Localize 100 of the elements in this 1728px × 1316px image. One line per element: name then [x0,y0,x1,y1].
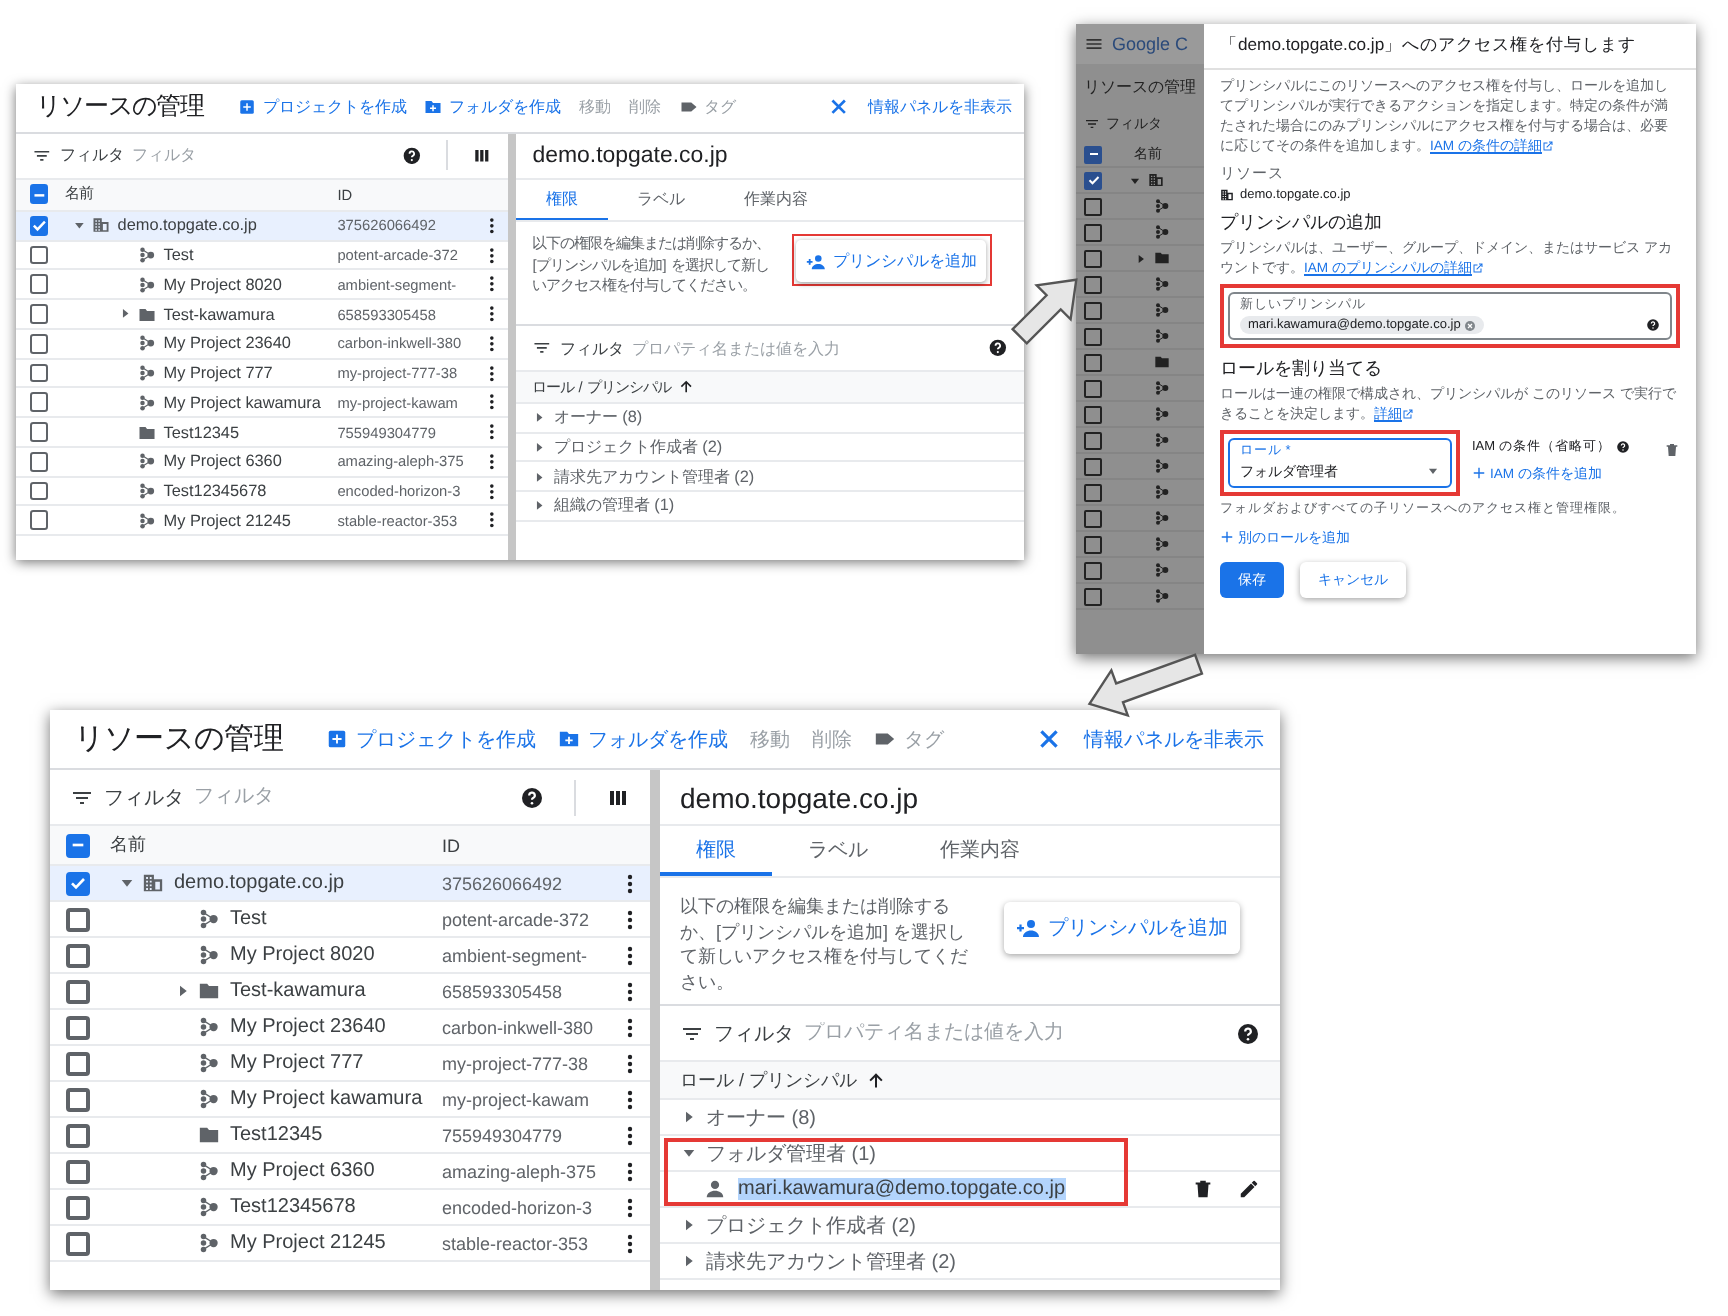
checkbox[interactable] [1084,249,1102,267]
checkbox[interactable] [29,304,49,324]
caret-icon[interactable] [174,982,192,1000]
checkbox[interactable] [1084,457,1102,475]
add-principal-button[interactable]: プリンシパルを追加 [796,240,987,282]
role-label[interactable]: フォルダ管理者 (1) [706,1139,876,1167]
member-email[interactable]: mari.kawamura@demo.topgate.co.jp [738,1178,1066,1200]
caret-icon[interactable] [532,439,548,455]
filter-field[interactable]: フィルタ [194,786,510,808]
caret-icon[interactable] [1134,251,1148,265]
checkbox[interactable] [29,481,49,501]
checkbox[interactable] [1084,483,1102,501]
checkbox[interactable] [29,274,49,295]
sort-arrow-icon[interactable] [865,1070,886,1090]
sort-arrow-icon[interactable] [677,378,694,396]
role-label[interactable]: 請求先アカウント管理者 (2) [553,465,755,488]
filter-field[interactable]: プロパティ名または値を入力 [632,339,981,358]
checkbox[interactable] [66,1051,90,1075]
toolbar-button[interactable]: プロジェクトを作成 [326,725,536,753]
caret-icon[interactable] [71,218,87,233]
table-row[interactable]: Test12345 755949304779 [50,1118,650,1154]
checkbox[interactable] [29,184,49,205]
delete-icon[interactable] [1664,441,1680,458]
checkbox[interactable] [1084,509,1102,527]
close-icon[interactable] [1036,726,1062,752]
role-label[interactable]: プロジェクト作成者 (2) [706,1211,916,1239]
filter-field[interactable]: フィルタ [132,146,394,165]
table-row[interactable]: My Project 23640 carbon-inkwell-380 [16,329,508,360]
caret-icon[interactable] [118,874,136,892]
checkbox[interactable] [66,1087,90,1111]
help-icon[interactable] [1646,318,1660,333]
toolbar-button[interactable]: フォルダを作成 [424,96,562,119]
table-row[interactable]: My Project 777 my-project-777-38 [16,359,508,389]
checkbox[interactable] [66,871,90,895]
hide-panel-link[interactable]: 情報パネルを非表示 [1084,725,1264,753]
table-row[interactable]: Test potent-arcade-372 [16,241,508,271]
checkbox[interactable] [66,979,90,1003]
checkbox[interactable] [1084,405,1102,423]
table-row[interactable]: demo.topgate.co.jp 375626066492 [50,866,650,902]
table-row[interactable]: Test12345 755949304779 [16,418,508,448]
role-label[interactable]: 組織の管理者 (1) [553,494,675,517]
checkbox[interactable] [66,833,90,857]
role-label[interactable]: オーナー (8) [706,1103,816,1131]
table-row[interactable]: My Project 21245 stable-reactor-353 [16,506,508,537]
checkbox[interactable] [29,333,49,354]
checkbox[interactable] [1084,379,1102,397]
caret-icon[interactable] [532,498,548,514]
caret-icon[interactable] [532,469,548,484]
checkbox[interactable] [66,907,90,931]
help-icon[interactable] [1236,1021,1260,1045]
role-label[interactable]: 請求先アカウント管理者 (2) [706,1247,956,1275]
checkbox[interactable] [66,1195,90,1219]
edit-icon[interactable] [1238,1178,1260,1200]
caret-icon[interactable] [680,1144,698,1162]
help-icon[interactable] [1616,439,1631,454]
checkbox[interactable] [1084,171,1102,189]
help-icon[interactable] [401,145,422,165]
checkbox[interactable] [66,1159,90,1183]
checkbox[interactable] [1084,535,1102,553]
checkbox[interactable] [29,363,49,383]
help-icon[interactable] [988,338,1009,359]
remove-icon[interactable] [1464,319,1477,332]
table-row[interactable]: My Project kawamura my-project-kawam [50,1082,650,1118]
table-row[interactable]: My Project 21245 stable-reactor-353 [50,1226,650,1262]
checkbox[interactable] [29,245,49,265]
table-row[interactable]: demo.topgate.co.jp 375626066492 [16,211,508,242]
checkbox[interactable] [1084,301,1102,319]
checkbox[interactable] [66,1123,90,1147]
checkbox[interactable] [66,1231,90,1255]
close-icon[interactable] [828,96,850,119]
table-row[interactable]: My Project 777 my-project-777-38 [50,1046,650,1082]
columns-icon[interactable] [471,145,492,165]
caret-icon[interactable] [532,410,548,425]
add-principal-button[interactable]: プリンシパルを追加 [1004,902,1240,954]
caret-icon[interactable] [680,1216,698,1234]
table-row[interactable]: My Project 23640 carbon-inkwell-380 [50,1010,650,1046]
caret-icon[interactable] [1128,173,1142,187]
role-label[interactable]: オーナー (8) [553,406,643,429]
table-row[interactable]: My Project 8020 ambient-segment- [16,270,508,301]
caret-icon[interactable] [680,1252,698,1270]
role-label[interactable]: プロジェクト作成者 (2) [553,435,723,458]
table-row[interactable]: Test potent-arcade-372 [50,902,650,938]
table-row[interactable]: Test-kawamura 658593305458 [16,300,508,330]
table-row[interactable]: My Project 8020 ambient-segment- [50,938,650,974]
tab[interactable]: 権限 [660,826,772,876]
checkbox[interactable] [29,451,49,472]
toolbar-button[interactable]: フォルダを作成 [558,725,728,753]
table-row[interactable]: Test-kawamura 658593305458 [50,974,650,1010]
caret-icon[interactable] [117,306,133,322]
caret-icon[interactable] [680,1108,698,1126]
table-row[interactable]: My Project kawamura my-project-kawam [16,388,508,419]
columns-icon[interactable] [606,785,630,809]
checkbox[interactable] [1084,431,1102,449]
checkbox[interactable] [29,422,49,442]
checkbox[interactable] [1084,197,1102,215]
tab[interactable]: 作業内容 [904,826,1056,876]
table-row[interactable]: Test12345678 encoded-horizon-3 [16,477,508,507]
table-row[interactable]: My Project 6360 amazing-aleph-375 [16,447,508,478]
checkbox[interactable] [1084,327,1102,345]
help-icon[interactable] [520,785,544,809]
